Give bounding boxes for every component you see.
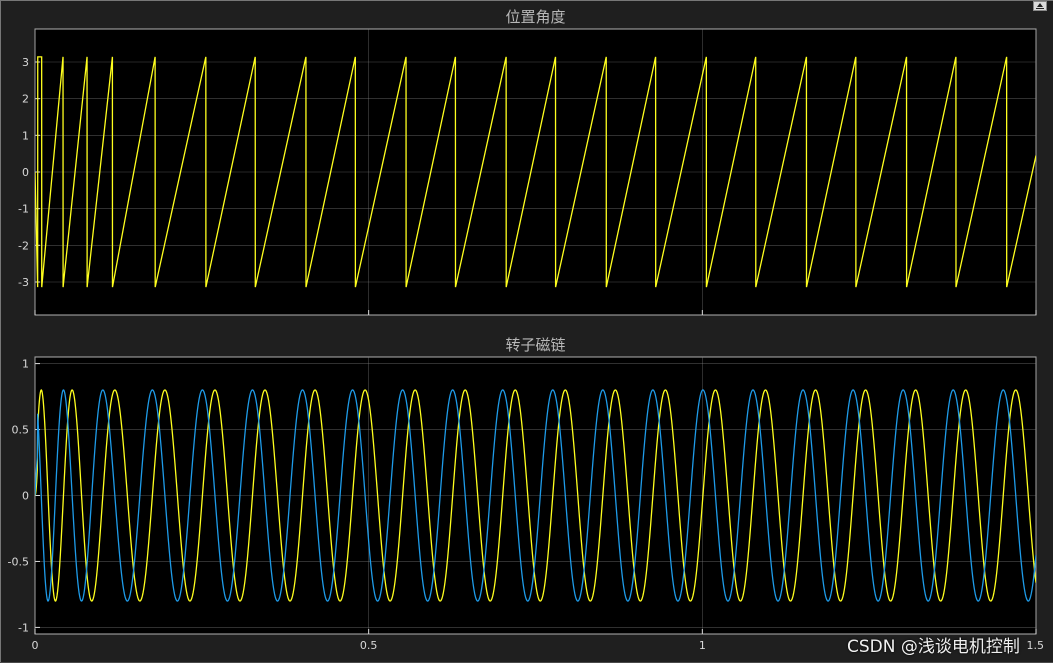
ytick-label: 2 [22, 93, 29, 106]
undock-icon[interactable] [1033, 1, 1047, 11]
plot-title: 位置角度 [505, 8, 565, 26]
ytick-label: -2 [18, 239, 29, 252]
ytick-label: 0.5 [12, 424, 30, 437]
xtick-label: 1.5 [1027, 639, 1045, 652]
ytick-label: -0.5 [8, 555, 29, 568]
ytick-label: -3 [18, 276, 29, 289]
plot-title: 转子磁链 [505, 336, 565, 354]
watermark: CSDN @浅谈电机控制 [847, 637, 1020, 657]
xtick-label: 0.5 [360, 639, 378, 652]
ytick-label: -1 [18, 203, 29, 216]
plot-2: 转子磁链10.50-0.5-10 0.5 1 1.5 [8, 336, 1044, 652]
scope-window: 位置角度 3 2 1 0 -1 -2 -3 转子磁链 1 0.5 0 -0.5 -1 0 0.5 1 1.5 CS… [0, 0, 1053, 662]
ytick-label: 0 [22, 166, 29, 179]
ytick-label: 1 [22, 129, 29, 142]
ytick-label: 3 [22, 56, 29, 69]
ytick-label: 0 [22, 490, 29, 503]
ytick-label: -1 [18, 621, 29, 634]
ytick-label: 1 [22, 358, 29, 371]
scope-plots: 位置角度3210-1-2-3转子磁链10.50-0.5-10 0.5 1 1.5 [8, 8, 1044, 652]
xtick-label: 1 [699, 639, 706, 652]
plot-1: 位置角度 3 2 1 0 -1 -2 -3 [18, 8, 1037, 316]
xtick-label: 0 [32, 639, 39, 652]
